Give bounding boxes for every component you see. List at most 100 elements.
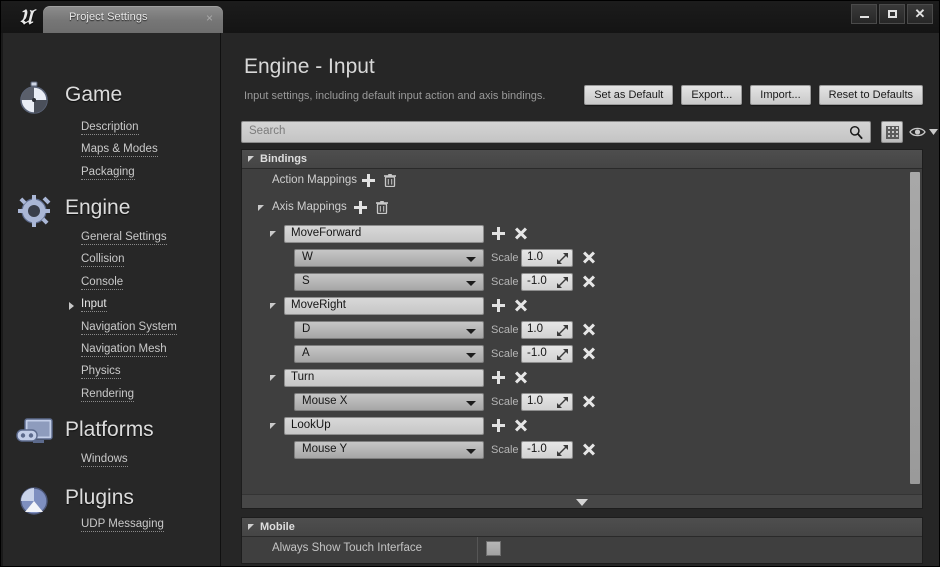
scale-input[interactable]: 1.0 xyxy=(521,393,573,411)
always-show-touch-interface-checkbox[interactable] xyxy=(486,541,501,556)
scale-input[interactable]: -1.0 xyxy=(521,441,573,459)
collapse-triangle-icon[interactable] xyxy=(270,303,276,309)
close-icon[interactable]: × xyxy=(206,11,213,25)
key-select[interactable]: Mouse X xyxy=(294,393,484,411)
axis-mapping-group-row: Turn xyxy=(242,366,922,390)
key-select-value: W xyxy=(302,251,313,263)
add-key-button[interactable] xyxy=(492,299,505,312)
axis-key-row: D Scale 1.0 xyxy=(242,318,922,342)
spinner-icon[interactable] xyxy=(557,445,568,456)
chevron-down-icon xyxy=(929,129,938,135)
sidebar-item-windows[interactable]: Windows xyxy=(81,453,128,467)
sidebar-item-udp-messaging[interactable]: UDP Messaging xyxy=(81,518,164,532)
remove-key-button[interactable] xyxy=(582,251,595,264)
remove-axis-button[interactable] xyxy=(514,371,527,384)
collapse-triangle-icon xyxy=(248,524,254,530)
add-key-button[interactable] xyxy=(492,419,505,432)
axis-name-input[interactable]: LookUp xyxy=(284,417,484,435)
trash-icon xyxy=(384,174,396,188)
column-divider xyxy=(477,537,478,560)
vertical-scrollbar[interactable] xyxy=(910,172,920,484)
spinner-icon[interactable] xyxy=(557,397,568,408)
export-button[interactable]: Export... xyxy=(681,85,743,105)
header-action-buttons: Set as Default Export... Import... Reset to… xyxy=(584,85,923,105)
axis-name-input[interactable]: MoveRight xyxy=(284,297,484,315)
spinner-icon[interactable] xyxy=(557,349,568,360)
mobile-setting-row: Always Show Touch Interface xyxy=(242,537,922,560)
remove-axis-button[interactable] xyxy=(514,227,527,240)
collapse-triangle-icon[interactable] xyxy=(258,205,264,211)
expand-more-bar[interactable] xyxy=(242,494,922,508)
scale-input[interactable]: 1.0 xyxy=(521,321,573,339)
axis-mapping-group-row: MoveRight xyxy=(242,294,922,318)
sidebar-item-maps-modes[interactable]: Maps & Modes xyxy=(81,143,158,158)
remove-key-button[interactable] xyxy=(582,395,595,408)
axis-key-row: Mouse Y Scale -1.0 xyxy=(242,438,922,462)
import-button[interactable]: Import... xyxy=(750,85,811,105)
remove-key-button[interactable] xyxy=(582,347,595,360)
sidebar-item-navigation-mesh[interactable]: Navigation Mesh xyxy=(81,343,167,357)
add-key-button[interactable] xyxy=(492,227,505,240)
search-input[interactable]: Search xyxy=(241,121,871,143)
add-axis-mapping-button[interactable] xyxy=(354,201,367,214)
key-select[interactable]: A xyxy=(294,345,484,363)
grid-glyph xyxy=(886,126,899,139)
spinner-icon[interactable] xyxy=(557,277,568,288)
scale-input[interactable]: -1.0 xyxy=(521,273,573,291)
action-mappings-label: Action Mappings xyxy=(272,174,358,186)
grid-view-icon[interactable] xyxy=(881,121,903,143)
sidebar-item-navigation-system[interactable]: Navigation System xyxy=(81,321,177,335)
axis-name-input[interactable]: Turn xyxy=(284,369,484,387)
sidebar-item-general-settings[interactable]: General Settings xyxy=(81,231,167,245)
key-select-value: A xyxy=(302,347,310,359)
sidebar-item-physics[interactable]: Physics xyxy=(81,365,121,380)
view-options-button[interactable] xyxy=(909,123,939,141)
remove-axis-button[interactable] xyxy=(514,419,527,432)
scale-label: Scale xyxy=(491,348,519,360)
mobile-section-header[interactable]: Mobile xyxy=(242,518,922,537)
default-touch-interface-select[interactable]: DefaultVirtualJoysticks xyxy=(485,563,655,564)
spinner-icon[interactable] xyxy=(557,325,568,336)
sidebar-item-collision[interactable]: Collision xyxy=(81,253,125,268)
axis-key-row: A Scale -1.0 xyxy=(242,342,922,366)
chevron-right-icon[interactable] xyxy=(69,302,74,311)
delete-axis-mappings-button[interactable] xyxy=(376,201,388,215)
axis-key-row: W Scale 1.0 xyxy=(242,246,922,270)
scale-input[interactable]: 1.0 xyxy=(521,249,573,267)
collapse-triangle-icon[interactable] xyxy=(270,375,276,381)
close-window-button[interactable]: ✕ xyxy=(907,4,933,24)
sidebar-item-rendering[interactable]: Rendering xyxy=(81,388,135,402)
set-as-default-button[interactable]: Set as Default xyxy=(584,85,674,105)
spinner-icon[interactable] xyxy=(557,253,568,264)
minimize-button[interactable] xyxy=(851,4,877,24)
sidebar-item-input[interactable]: Input xyxy=(81,298,107,313)
remove-axis-button[interactable] xyxy=(514,299,527,312)
key-select[interactable]: D xyxy=(294,321,484,339)
scale-input[interactable]: -1.0 xyxy=(521,345,573,363)
axis-mappings-row: Axis Mappings xyxy=(242,196,922,220)
maximize-button[interactable] xyxy=(879,4,905,24)
collapse-triangle-icon xyxy=(248,156,254,162)
remove-key-button[interactable] xyxy=(582,443,595,456)
reset-to-defaults-button[interactable]: Reset to Defaults xyxy=(818,85,923,105)
scale-value: -1.0 xyxy=(527,275,547,287)
add-key-button[interactable] xyxy=(492,371,505,384)
chevron-down-icon xyxy=(466,281,476,286)
collapse-triangle-icon[interactable] xyxy=(270,231,276,237)
key-select[interactable]: S xyxy=(294,273,484,291)
remove-key-button[interactable] xyxy=(582,323,595,336)
key-select[interactable]: Mouse Y xyxy=(294,441,484,459)
sidebar-item-packaging[interactable]: Packaging xyxy=(81,166,135,180)
close-icon: ✕ xyxy=(914,6,926,21)
add-action-mapping-button[interactable] xyxy=(362,174,375,187)
sidebar-item-description[interactable]: Description xyxy=(81,121,139,135)
bindings-section-header[interactable]: Bindings xyxy=(242,150,922,169)
title-bar: 𝔘 Project Settings × ✕ xyxy=(1,1,939,33)
axis-name-input[interactable]: MoveForward xyxy=(284,225,484,243)
remove-key-button[interactable] xyxy=(582,275,595,288)
collapse-triangle-icon[interactable] xyxy=(270,423,276,429)
tab-project-settings[interactable]: Project Settings × xyxy=(43,6,223,33)
delete-action-mappings-button[interactable] xyxy=(384,174,396,188)
sidebar-item-console[interactable]: Console xyxy=(81,276,124,290)
key-select[interactable]: W xyxy=(294,249,484,267)
